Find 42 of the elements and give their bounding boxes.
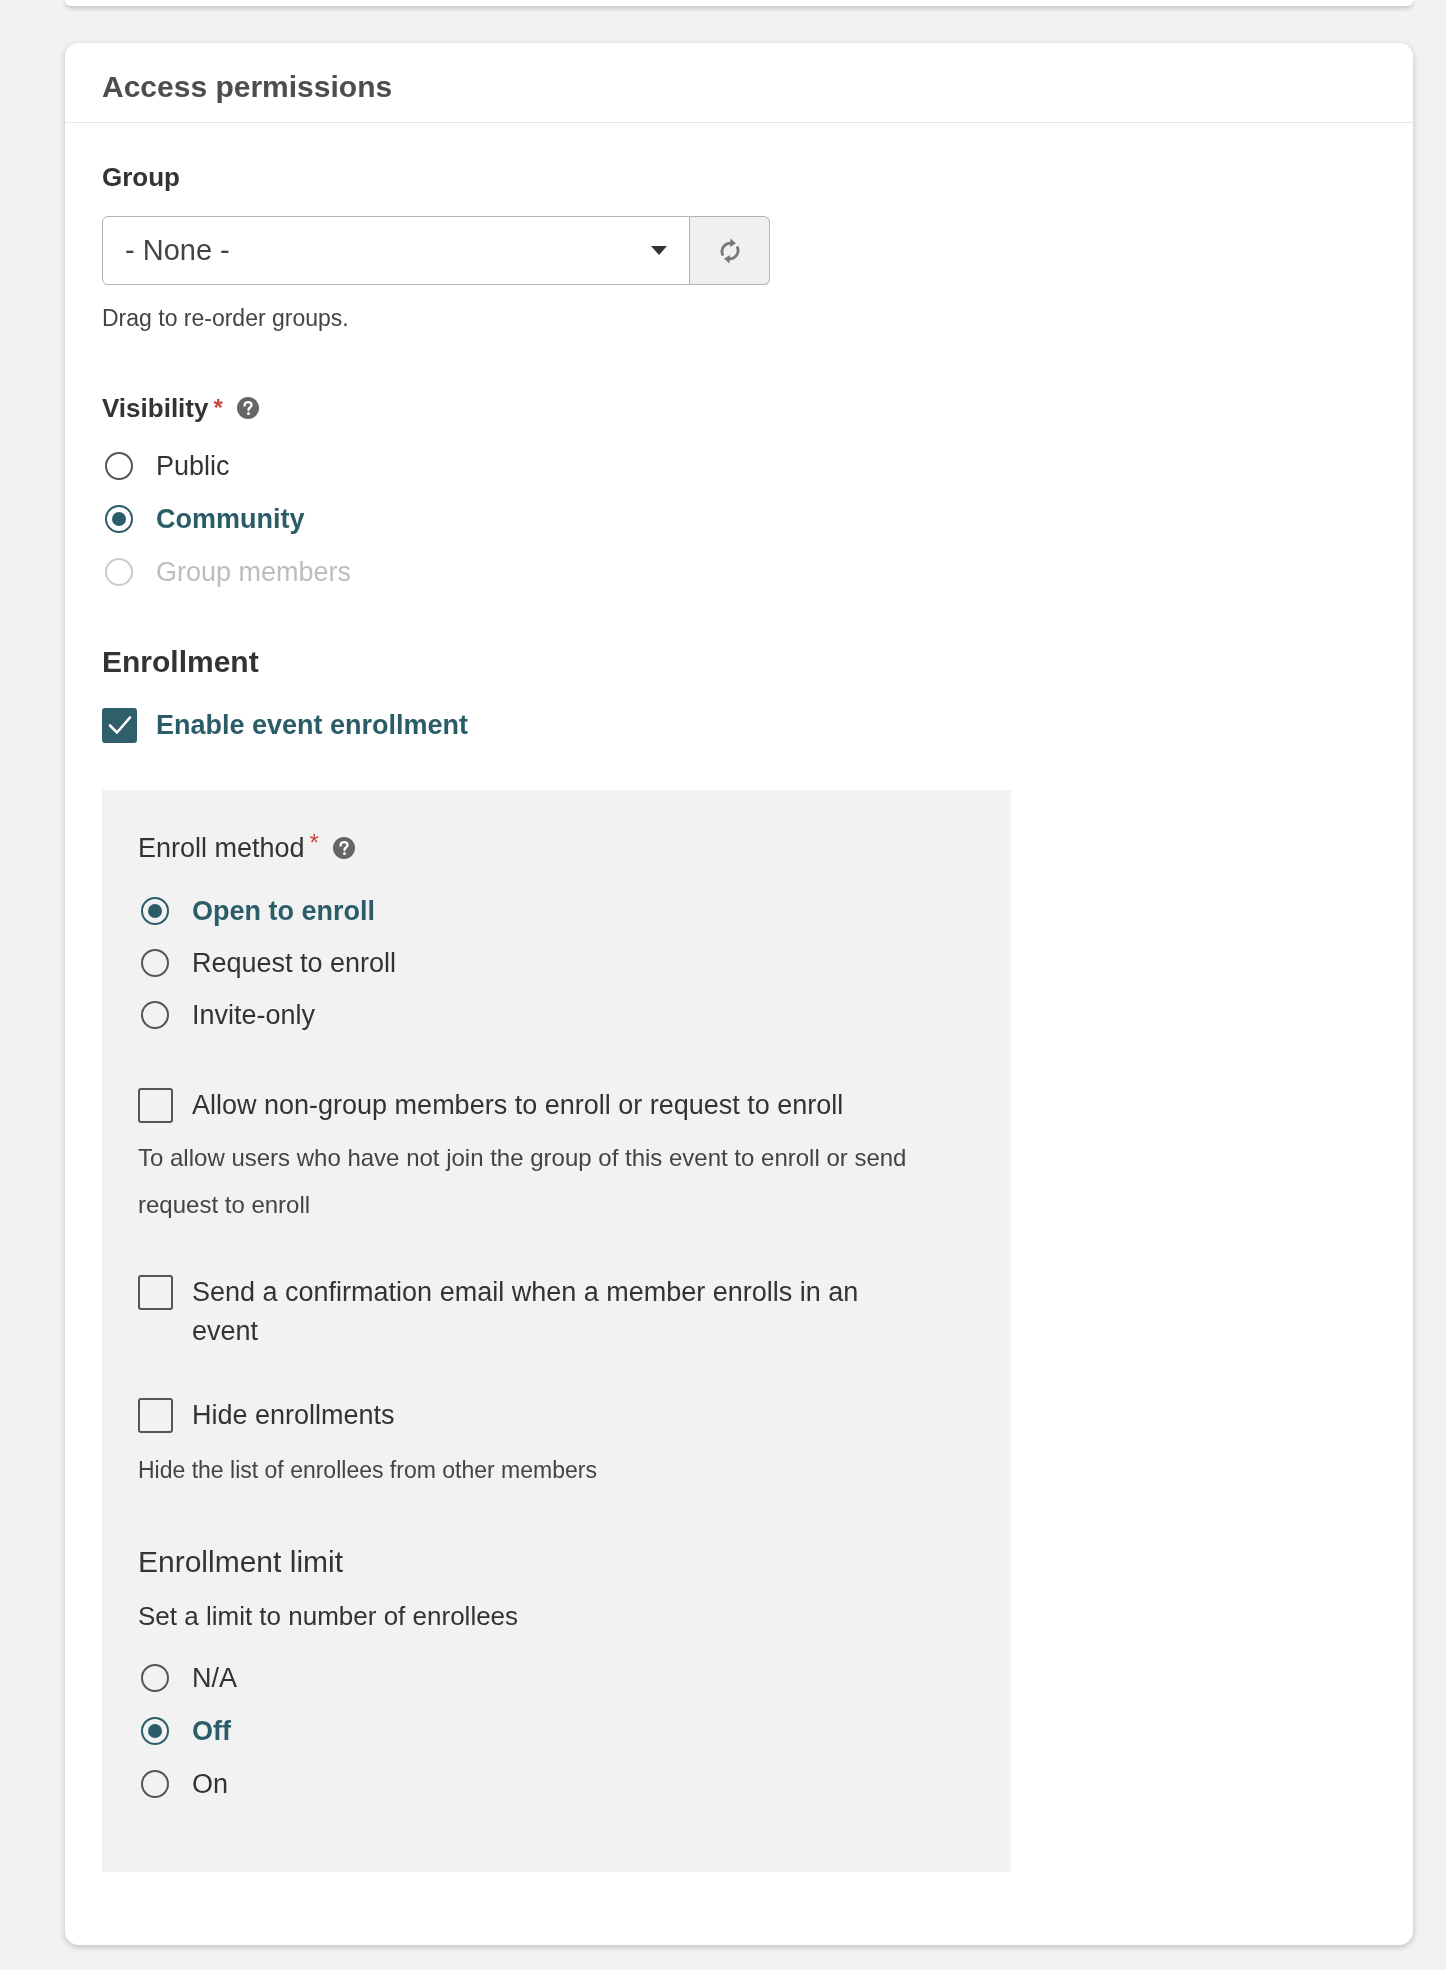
help-text: Hide the list of enrollees from other members: [138, 1456, 598, 1484]
section-heading: Enrollment: [102, 645, 260, 679]
checkbox-label[interactable]: Enable event enrollment: [156, 705, 469, 745]
checkbox-label[interactable]: Hide enrollments: [192, 1396, 395, 1435]
help-text: Set a limit to number of enrollees: [138, 1601, 520, 1631]
help-icon: [332, 837, 355, 860]
help-text: Drag to re-order groups.: [102, 304, 350, 332]
checkbox[interactable]: [138, 1275, 173, 1310]
option-label[interactable]: On: [192, 1768, 229, 1800]
radio-button[interactable]: [141, 1001, 169, 1029]
radio-button[interactable]: [105, 452, 133, 480]
checkbox-label[interactable]: Send a confirmation email when a member enrolls in an event: [192, 1273, 897, 1351]
option-label[interactable]: Request to enroll: [192, 947, 397, 979]
option-label[interactable]: Community: [156, 503, 305, 535]
help-icon: [236, 397, 259, 419]
field-label: Visibility: [102, 393, 209, 423]
checkbox[interactable]: [138, 1088, 173, 1123]
option-label[interactable]: Invite-only: [192, 999, 316, 1031]
checkbox[interactable]: [138, 1398, 173, 1433]
card-title: Access permissions: [102, 69, 394, 105]
option-label[interactable]: Open to enroll: [192, 895, 375, 927]
radio-button[interactable]: [141, 1664, 169, 1692]
radio-button[interactable]: [141, 1717, 169, 1745]
select-field[interactable]: - None -: [102, 216, 690, 285]
caret-icon: [651, 246, 667, 255]
option-label[interactable]: Off: [192, 1715, 231, 1747]
option-label[interactable]: N/A: [192, 1662, 237, 1694]
checkbox[interactable]: [102, 707, 137, 743]
required-mark: *: [213, 393, 223, 423]
refresh-button[interactable]: [690, 216, 770, 285]
radio-button[interactable]: [105, 505, 133, 533]
checkmark-icon: [107, 715, 132, 735]
section-heading: Enrollment limit: [138, 1545, 345, 1579]
help-text: To allow users who have not join the group of this event to enroll or send request to enroll: [138, 1143, 908, 1220]
radio-button[interactable]: [141, 949, 169, 977]
radio-button[interactable]: [141, 897, 169, 925]
required-mark: *: [309, 828, 319, 858]
field-label: Enroll method: [138, 832, 305, 865]
option-label[interactable]: Public: [156, 450, 230, 482]
field-label: Group: [102, 162, 181, 192]
checkbox-label[interactable]: Allow non-group members to enroll or request to enroll: [192, 1086, 844, 1125]
radio-button[interactable]: [141, 1770, 169, 1798]
